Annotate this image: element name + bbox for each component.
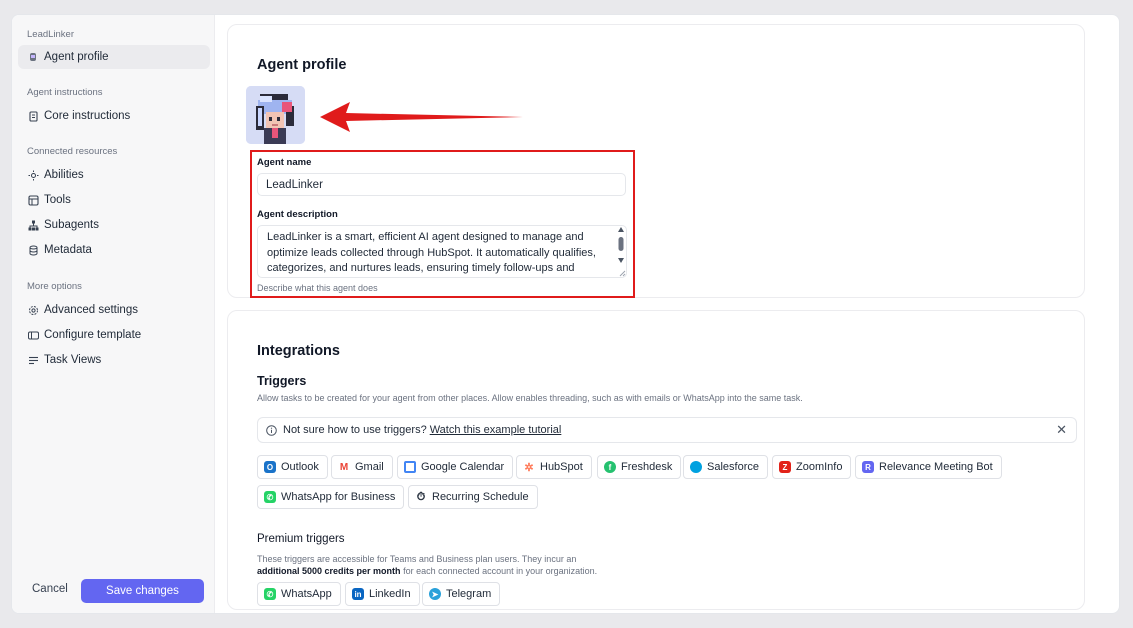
- agent-avatar-icon: [27, 51, 39, 63]
- trigger-freshdesk[interactable]: f Freshdesk: [597, 455, 682, 479]
- page-title: Agent profile: [257, 57, 347, 73]
- whatsapp-icon: ✆: [264, 588, 276, 600]
- trigger-gmail[interactable]: M Gmail: [331, 455, 393, 479]
- trigger-label: Google Calendar: [421, 461, 505, 473]
- template-icon: [27, 329, 39, 341]
- sidebar-group-more-options: More options: [27, 281, 82, 292]
- sidebar-item-subagents[interactable]: Subagents: [18, 213, 210, 237]
- trigger-label: WhatsApp for Business: [281, 491, 396, 503]
- trigger-label: Recurring Schedule: [432, 491, 529, 503]
- agent-description-help: Describe what this agent does: [257, 283, 378, 293]
- zoominfo-icon: Z: [779, 461, 791, 473]
- sidebar-item-label: Task Views: [44, 354, 102, 366]
- sidebar-item-label: Agent profile: [44, 51, 109, 63]
- trigger-outlook[interactable]: O Outlook: [257, 455, 328, 479]
- cancel-button[interactable]: Cancel: [32, 583, 68, 595]
- trigger-label: Salesforce: [707, 461, 759, 473]
- trigger-label: Outlook: [281, 461, 319, 473]
- trigger-salesforce[interactable]: Salesforce: [683, 455, 768, 479]
- sidebar-item-tools[interactable]: Tools: [18, 188, 210, 212]
- sidebar-group-connected-resources: Connected resources: [27, 146, 118, 157]
- trigger-label: Gmail: [355, 461, 384, 473]
- agent-avatar[interactable]: [246, 86, 305, 144]
- triggers-title: Triggers: [257, 374, 307, 388]
- premium-triggers-title: Premium triggers: [257, 533, 345, 545]
- triggers-description: Allow tasks to be created for your agent…: [257, 393, 803, 403]
- sidebar-item-metadata[interactable]: Metadata: [18, 238, 210, 262]
- sparkle-icon: [27, 169, 39, 181]
- tools-icon: [27, 194, 39, 206]
- sidebar-item-label: Configure template: [44, 329, 142, 341]
- hubspot-icon: ✲: [523, 461, 535, 474]
- trigger-whatsapp-for-business[interactable]: ✆ WhatsApp for Business: [257, 485, 405, 509]
- premium-triggers-description: These triggers are accessible for Teams …: [257, 553, 657, 577]
- telegram-icon: ➤: [429, 588, 441, 600]
- database-icon: [27, 244, 39, 256]
- salesforce-cloud-icon: [690, 461, 702, 473]
- sidebar-item-abilities[interactable]: Abilities: [18, 163, 210, 187]
- agent-description-label: Agent description: [257, 209, 338, 220]
- agent-name-label: Agent name: [257, 157, 312, 168]
- trigger-google-calendar[interactable]: Google Calendar: [397, 455, 514, 479]
- sidebar-item-label: Tools: [44, 194, 71, 206]
- sidebar-item-core-instructions[interactable]: Core instructions: [18, 104, 210, 128]
- tutorial-link[interactable]: Watch this example tutorial: [430, 424, 562, 436]
- premium-desc-bold: additional 5000 credits per month: [257, 566, 401, 576]
- agent-description-textarea[interactable]: LeadLinker is a smart, efficient AI agen…: [257, 225, 627, 278]
- trigger-label: Freshdesk: [621, 461, 673, 473]
- resize-handle-icon[interactable]: [619, 270, 626, 277]
- save-changes-button[interactable]: Save changes: [81, 579, 204, 603]
- gmail-icon: M: [338, 461, 350, 473]
- premium-trigger-linkedin[interactable]: in LinkedIn: [345, 582, 420, 606]
- annotation-arrow: [320, 102, 523, 132]
- premium-trigger-whatsapp[interactable]: ✆ WhatsApp: [257, 582, 341, 606]
- tip-text: Not sure how to use triggers?: [283, 424, 427, 436]
- agent-name-input[interactable]: LeadLinker: [257, 173, 626, 196]
- sidebar-item-task-views[interactable]: Task Views: [18, 348, 210, 372]
- trigger-label: HubSpot: [540, 461, 583, 473]
- freshdesk-icon: f: [604, 461, 616, 473]
- sidebar-item-agent-profile[interactable]: Agent profile: [18, 45, 210, 69]
- trigger-label: Relevance Meeting Bot: [879, 461, 993, 473]
- sidebar-group-agent-instructions: Agent instructions: [27, 87, 103, 98]
- triggers-tip-banner: Not sure how to use triggers? Watch this…: [257, 417, 1077, 443]
- close-icon[interactable]: ✕: [1056, 422, 1067, 438]
- sidebar-item-label: Abilities: [44, 169, 84, 181]
- relevance-icon: R: [862, 461, 874, 473]
- sidebar: LeadLinker Agent profile Agent instructi…: [12, 15, 215, 613]
- info-icon: [266, 424, 277, 436]
- integrations-title: Integrations: [257, 343, 340, 359]
- sidebar-item-label: Core instructions: [44, 110, 131, 122]
- premium-trigger-telegram[interactable]: ➤ Telegram: [422, 582, 501, 606]
- linkedin-icon: in: [352, 588, 364, 600]
- outlook-icon: O: [264, 461, 276, 473]
- trigger-label: Telegram: [446, 588, 492, 600]
- trigger-hubspot[interactable]: ✲ HubSpot: [516, 455, 592, 479]
- premium-desc-text: These triggers are accessible for Teams …: [257, 554, 577, 564]
- google-calendar-icon: [404, 461, 416, 473]
- trigger-recurring-schedule[interactable]: ⏱ Recurring Schedule: [408, 485, 538, 509]
- hierarchy-icon: [27, 219, 39, 231]
- sidebar-item-label: Advanced settings: [44, 304, 138, 316]
- sidebar-item-label: Subagents: [44, 219, 99, 231]
- trigger-label: ZoomInfo: [796, 461, 843, 473]
- trigger-relevance-meeting-bot[interactable]: R Relevance Meeting Bot: [855, 455, 1002, 479]
- stopwatch-icon: ⏱: [415, 490, 427, 503]
- list-filter-icon: [27, 354, 39, 366]
- gear-icon: [27, 304, 39, 316]
- sidebar-item-configure-template[interactable]: Configure template: [18, 323, 210, 347]
- pixel-avatar-image: [246, 86, 305, 144]
- trigger-zoominfo[interactable]: Z ZoomInfo: [772, 455, 852, 479]
- trigger-label: WhatsApp: [281, 588, 332, 600]
- document-icon: [27, 110, 39, 122]
- sidebar-item-advanced-settings[interactable]: Advanced settings: [18, 298, 210, 322]
- sidebar-item-label: Metadata: [44, 244, 92, 256]
- trigger-label: LinkedIn: [369, 588, 411, 600]
- premium-desc-text-2: for each connected account in your organ…: [403, 566, 598, 576]
- textarea-scrollbar[interactable]: [617, 227, 625, 267]
- whatsapp-icon: ✆: [264, 491, 276, 503]
- sidebar-app-name: LeadLinker: [27, 29, 75, 40]
